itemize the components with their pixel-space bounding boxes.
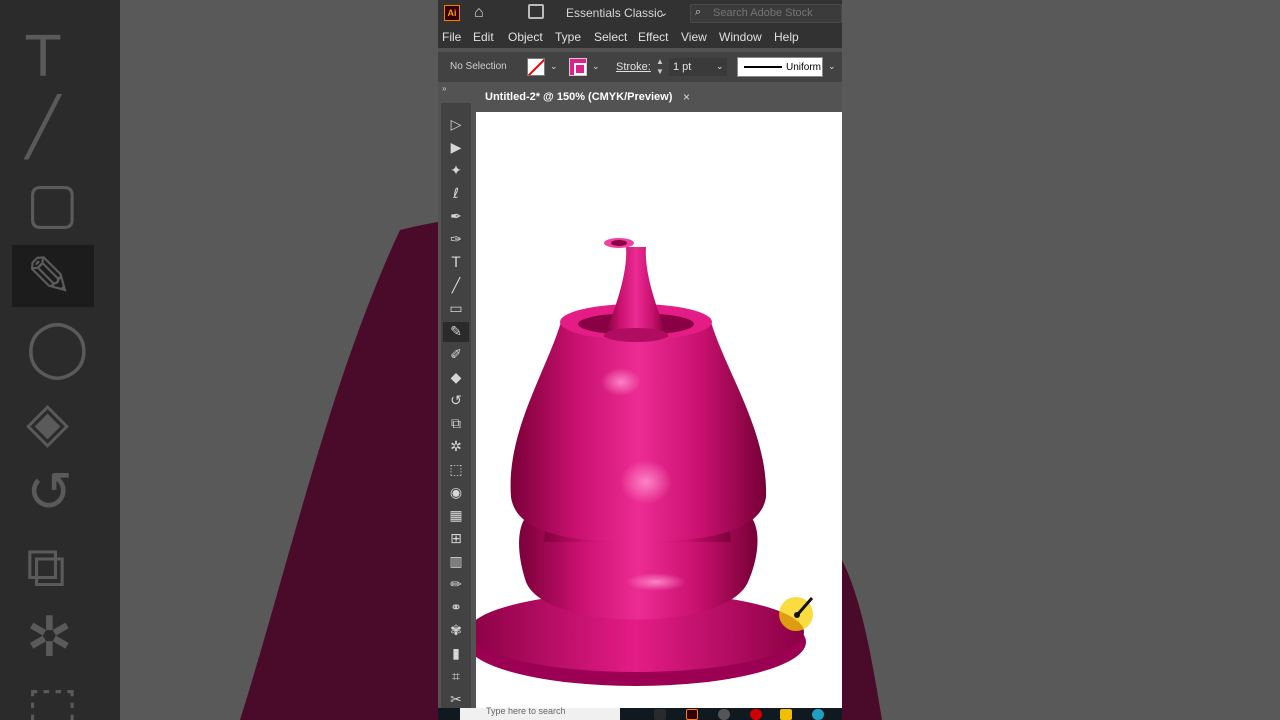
search-icon: ⌕ [695, 6, 702, 18]
blend-tool-icon[interactable]: ⚭ [443, 598, 469, 618]
taskbar-search-placeholder: Type here to search [486, 706, 566, 716]
illustrator-taskbar-icon[interactable] [686, 709, 698, 720]
menu-help[interactable]: Help [774, 30, 799, 44]
document-tab-title: Untitled-2* @ 150% (CMYK/Preview) [485, 91, 673, 103]
chevron-down-icon[interactable]: ⌄ [659, 6, 668, 19]
chevron-down-icon[interactable]: ⌄ [550, 61, 558, 72]
menu-edit[interactable]: Edit [473, 30, 494, 44]
collapse-panel-icon[interactable]: » [442, 84, 446, 93]
puppet-warp-tool-icon[interactable]: ✲ [443, 437, 469, 457]
profile-label: Uniform [786, 62, 822, 73]
fill-swatch[interactable] [527, 58, 545, 76]
windows-taskbar: Type here to search [438, 706, 842, 720]
rectangle-tool-icon[interactable]: ▭ [443, 299, 469, 319]
taskbar-search[interactable]: Type here to search [460, 706, 620, 720]
edge-icon[interactable] [812, 709, 824, 720]
pen-tool-icon[interactable]: ✒ [443, 207, 469, 227]
background-vase-blur [240, 222, 438, 720]
chevron-down-icon[interactable]: ⌄ [592, 61, 600, 72]
background-left-blur: T ╱ ▢ ✎ ◯ ◈ ↺ ⧉ ✲ ⬚ [0, 0, 438, 720]
paintbrush-cursor-icon [779, 597, 814, 631]
menu-effect[interactable]: Effect [638, 30, 668, 44]
mesh-tool-icon[interactable]: ⊞ [443, 529, 469, 549]
shaper-tool-icon[interactable]: ✐ [443, 345, 469, 365]
menu-object[interactable]: Object [508, 30, 543, 44]
chevron-down-icon[interactable]: ⌄ [716, 61, 724, 72]
rotate-tool-icon[interactable]: ↺ [443, 391, 469, 411]
free-transform-tool-icon[interactable]: ⬚ [443, 460, 469, 480]
stroke-swatch[interactable] [569, 58, 587, 76]
background-vase-blur-right [842, 560, 882, 720]
eraser-tool-icon[interactable]: ◆ [443, 368, 469, 388]
stock-search[interactable]: ⌕ [690, 4, 842, 23]
menu-type[interactable]: Type [555, 30, 581, 44]
illustrator-window: Ai ⌂ Essentials Classic ⌄ ⌕ File Edit Ob… [438, 0, 842, 720]
artboard[interactable] [476, 112, 842, 708]
lasso-tool-icon[interactable]: ℓ [443, 184, 469, 204]
type-tool-icon[interactable]: T [443, 253, 469, 273]
close-icon[interactable]: × [683, 90, 690, 104]
control-bar: No Selection ⌄ ⌄ Stroke: ▲▼ ⌄ Uniform ⌄ [438, 52, 842, 82]
stroke-stepper-icon[interactable]: ▲ ▼ [656, 57, 664, 77]
title-bar: Ai ⌂ Essentials Classic ⌄ ⌕ [438, 0, 842, 26]
symbol-sprayer-tool-icon[interactable]: ✾ [443, 621, 469, 641]
stroke-profile-line [744, 66, 782, 68]
paintbrush-tool-icon[interactable]: ✎ [443, 322, 469, 342]
selection-tool-icon[interactable]: ▷ [443, 115, 469, 135]
document-tab[interactable]: Untitled-2* @ 150% (CMYK/Preview) × [476, 86, 700, 110]
workspace-switcher[interactable]: Essentials Classic [566, 6, 663, 20]
background-right-blur [842, 0, 1280, 720]
variable-width-profile[interactable]: Uniform [737, 57, 823, 77]
curvature-tool-icon[interactable]: ✑ [443, 230, 469, 250]
stroke-label[interactable]: Stroke: [616, 61, 651, 73]
column-graph-tool-icon[interactable]: ▮ [443, 644, 469, 664]
magic-wand-tool-icon[interactable]: ✦ [443, 161, 469, 181]
menu-window[interactable]: Window [719, 30, 762, 44]
perspective-grid-tool-icon[interactable]: ▦ [443, 506, 469, 526]
gradient-tool-icon[interactable]: ▥ [443, 552, 469, 572]
menu-view[interactable]: View [681, 30, 707, 44]
direct-selection-tool-icon[interactable]: ▶ [443, 138, 469, 158]
record-icon[interactable] [750, 709, 762, 720]
arrange-documents-icon[interactable] [528, 4, 544, 19]
tools-panel: ▷ ▶ ✦ ℓ ✒ ✑ T ╱ ▭ ✎ ✐ ◆ ↺ ⧉ ✲ ⬚ ◉ ▦ ⊞ ▥ … [441, 103, 471, 720]
menu-select[interactable]: Select [594, 30, 627, 44]
selection-status: No Selection [450, 61, 507, 72]
file-explorer-icon[interactable] [780, 709, 792, 720]
shape-builder-tool-icon[interactable]: ◉ [443, 483, 469, 503]
chevron-down-icon[interactable]: ⌄ [828, 61, 836, 72]
menu-file[interactable]: File [442, 30, 461, 44]
task-view-icon[interactable] [654, 709, 666, 720]
scale-tool-icon[interactable]: ⧉ [443, 414, 469, 434]
home-icon[interactable]: ⌂ [474, 4, 484, 22]
illustrator-logo: Ai [444, 5, 460, 21]
steam-icon[interactable] [718, 709, 730, 720]
stock-search-input[interactable] [713, 7, 839, 19]
artboard-tool-icon[interactable]: ⌗ [443, 667, 469, 687]
slice-tool-icon[interactable]: ✂ [443, 690, 469, 710]
menu-bar: File Edit Object Type Select Effect View… [438, 26, 842, 48]
eyedropper-tool-icon[interactable]: ✏ [443, 575, 469, 595]
line-segment-tool-icon[interactable]: ╱ [443, 276, 469, 296]
